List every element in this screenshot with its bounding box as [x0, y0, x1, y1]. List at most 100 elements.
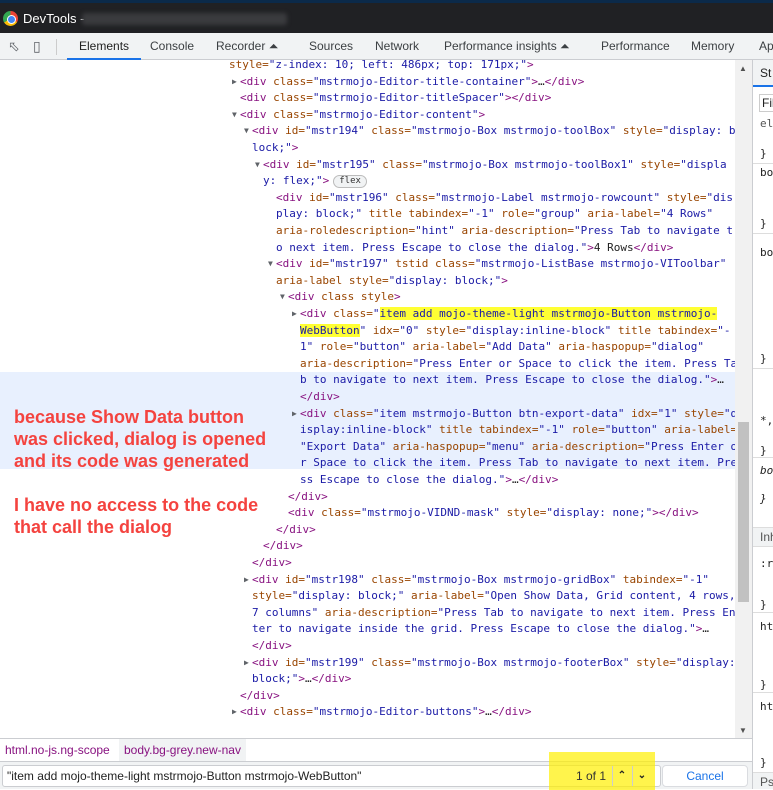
dom-node-line[interactable]: y: flex;"> flex	[263, 173, 367, 189]
dom-node-line[interactable]: ss Escape to close the dialog.">…</div>	[300, 472, 558, 488]
dom-node-line[interactable]: aria-description="Press Enter or Space t…	[300, 356, 735, 372]
style-rule: bo	[760, 166, 773, 179]
dom-node-line[interactable]: style="display: block;" aria-label="Open…	[252, 588, 735, 604]
dom-node-line[interactable]: <div class="mstrmojo-Editor-content">	[240, 107, 485, 123]
tab-memory[interactable]: Memory	[691, 39, 734, 53]
chrome-logo-icon	[3, 11, 18, 26]
dom-node-line[interactable]: <div id="mstr199" class="mstrmojo-Box ms…	[252, 655, 735, 671]
devtools-tab-bar: ⬁ ▯ Elements Console Recorder ⏶ Sources …	[0, 33, 773, 60]
tab-network[interactable]: Network	[375, 39, 419, 53]
breadcrumb-html[interactable]: html.no-js.ng-scope	[0, 739, 115, 761]
collapse-triangle-icon[interactable]: ▶	[244, 572, 249, 588]
scroll-up-icon[interactable]: ▲	[739, 64, 747, 73]
search-bar: "item add mojo-theme-light mstrmojo-Butt…	[0, 752, 752, 790]
expand-triangle-icon[interactable]: ▼	[244, 123, 249, 139]
dom-node-line[interactable]: 7 columns" aria-description="Press Tab t…	[252, 605, 735, 621]
dom-tree-scrollbar[interactable]: ▲ ▼	[735, 60, 752, 738]
dom-node-line[interactable]: ter to navigate inside the grid. Press E…	[252, 621, 709, 637]
match-count: 1 of 1	[576, 769, 607, 783]
dom-node-line[interactable]: lock;">	[252, 140, 298, 156]
blurred-url	[82, 13, 287, 25]
tab-recorder[interactable]: Recorder ⏶	[216, 39, 278, 54]
dom-node-line[interactable]: play: block;" title tabindex="-1" role="…	[276, 206, 713, 222]
dom-node-line[interactable]: 1" role="button" aria-label="Add Data" a…	[300, 339, 704, 355]
styles-filter-input[interactable]: Fil	[759, 94, 773, 112]
tab-sources[interactable]: Sources	[309, 39, 353, 53]
expand-triangle-icon[interactable]: ▼	[232, 107, 237, 123]
styles-panel: St Fil ele } bo } bo } *, } bo } Inh :r …	[752, 60, 773, 789]
tab-console[interactable]: Console	[150, 39, 194, 53]
expand-triangle-icon[interactable]: ▼	[255, 157, 260, 173]
dom-node-line[interactable]: </div>	[300, 389, 340, 405]
style-rule: ele	[760, 117, 773, 130]
dom-node-line[interactable]: <div class="mstrmojo-Editor-titleSpacer"…	[240, 90, 551, 106]
pseudo-header: Pse	[760, 775, 773, 789]
dom-node-line[interactable]: isplay:inline-block" title tabindex="-1"…	[300, 422, 735, 438]
chevron-up-icon[interactable]: ⌃	[612, 766, 631, 786]
device-toolbar-icon[interactable]: ▯	[33, 38, 41, 55]
style-rule: *,	[760, 414, 773, 427]
dom-node-line[interactable]: </div>	[240, 688, 280, 704]
scrollbar-thumb[interactable]	[738, 422, 749, 602]
expand-triangle-icon[interactable]: ▼	[268, 256, 273, 272]
annotation-text: because Show Data button was clicked, di…	[14, 407, 267, 471]
window-title: DevTools -	[23, 11, 85, 26]
dom-node-line[interactable]: </div>	[252, 638, 292, 654]
style-rule: htr	[760, 700, 773, 713]
dom-node-line[interactable]: <div id="mstr196" class="mstrmojo-Label …	[276, 190, 733, 206]
rule-brace: }	[760, 147, 767, 160]
dom-node-line[interactable]: aria-label style="display: block;">	[276, 273, 508, 289]
dom-node-line[interactable]: o next item. Press Escape to close the d…	[276, 240, 673, 256]
dom-node-line[interactable]: r Space to click the item. Press Tab to …	[300, 455, 735, 471]
dom-node-line[interactable]: <div class="mstrmojo-Editor-title-contai…	[240, 74, 584, 90]
inherited-header: Inh	[760, 530, 773, 544]
dom-node-line[interactable]: style="z-index: 10; left: 486px; top: 17…	[229, 60, 534, 73]
rule-brace: }	[760, 444, 767, 457]
dom-node-line[interactable]: </div>	[276, 522, 316, 538]
dom-node-line[interactable]: <div class style>	[288, 289, 401, 305]
dom-node-line[interactable]: WebButton" idx="0" style="display:inline…	[300, 323, 731, 339]
rule-brace: }	[760, 756, 767, 769]
inspect-element-icon[interactable]: ⬁	[8, 38, 20, 55]
dom-tree[interactable]: style="z-index: 10; left: 486px; top: 17…	[0, 60, 735, 738]
dom-node-line[interactable]: <div id="mstr194" class="mstrmojo-Box ms…	[252, 123, 735, 139]
dom-node-line[interactable]: b to navigate to next item. Press Escape…	[300, 372, 724, 388]
dom-node-line[interactable]: aria-roledescription="hint" aria-descrip…	[276, 223, 733, 239]
styles-tab[interactable]: St	[760, 66, 771, 80]
style-rule: htr	[760, 620, 773, 633]
dom-node-line[interactable]: <div id="mstr198" class="mstrmojo-Box ms…	[252, 572, 709, 588]
cancel-button[interactable]: Cancel	[662, 765, 748, 787]
chevron-down-icon[interactable]: ⌄	[632, 766, 651, 786]
tab-application[interactable]: Ap	[759, 39, 773, 53]
divider	[56, 39, 57, 55]
tab-elements[interactable]: Elements	[66, 39, 142, 60]
dom-node-line[interactable]: "Export Data" aria-haspopup="menu" aria-…	[300, 439, 735, 455]
style-rule: bo	[760, 464, 773, 477]
collapse-triangle-icon[interactable]: ▶	[232, 704, 237, 720]
collapse-triangle-icon[interactable]: ▶	[292, 306, 297, 322]
tab-performance-insights[interactable]: Performance insights ⏶	[444, 39, 570, 54]
dom-node-line[interactable]: <div id="mstr195" class="mstrmojo-Box ms…	[263, 157, 727, 173]
dom-node-line[interactable]: <div class="item add mojo-theme-light ms…	[300, 306, 718, 322]
dom-node-line[interactable]: block;">…</div>	[252, 671, 351, 687]
dom-node-line[interactable]: </div>	[288, 489, 328, 505]
flex-badge[interactable]: flex	[333, 175, 367, 189]
collapse-triangle-icon[interactable]: ▶	[232, 74, 237, 90]
collapse-triangle-icon[interactable]: ▶	[244, 655, 249, 671]
dom-node-line[interactable]: <div class="mstrmojo-VIDND-mask" style="…	[288, 505, 699, 521]
style-rule: bo	[760, 246, 773, 259]
style-rule: :r	[760, 557, 773, 570]
collapse-triangle-icon[interactable]: ▶	[292, 406, 297, 422]
rule-brace: }	[760, 492, 767, 505]
rule-brace: }	[760, 352, 767, 365]
dom-node-line[interactable]: <div id="mstr197" tstid class="mstrmojo-…	[276, 256, 726, 272]
rule-brace: }	[760, 598, 767, 611]
annotation-text: I have no access to the code that call t…	[14, 495, 259, 537]
dom-node-line[interactable]: <div class="item mstrmojo-Button btn-exp…	[300, 406, 735, 422]
rule-brace: }	[760, 217, 767, 230]
dom-node-line[interactable]: <div class="mstrmojo-Editor-buttons">…</…	[240, 704, 531, 720]
breadcrumb-body[interactable]: body.bg-grey.new-nav	[119, 739, 246, 761]
scroll-down-icon[interactable]: ▼	[739, 726, 747, 735]
expand-triangle-icon[interactable]: ▼	[280, 289, 285, 305]
tab-performance[interactable]: Performance	[601, 39, 670, 53]
